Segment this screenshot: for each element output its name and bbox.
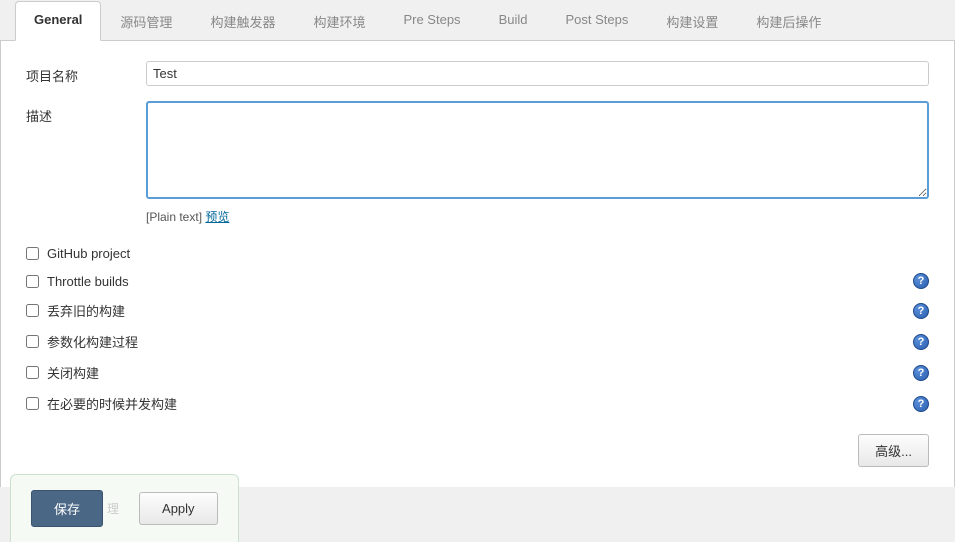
checkbox-label-1[interactable]: Throttle builds	[47, 274, 913, 289]
tab-5[interactable]: Build	[480, 1, 547, 41]
footer-bar: 保存 理 Apply	[10, 474, 239, 542]
checkbox-row-0: GitHub project	[26, 240, 929, 267]
checkbox-label-2[interactable]: 丢弃旧的构建	[47, 301, 913, 320]
tabs-bar: General源码管理构建触发器构建环境Pre StepsBuildPost S…	[0, 0, 955, 41]
tab-3[interactable]: 构建环境	[294, 1, 384, 41]
tab-2[interactable]: 构建触发器	[191, 1, 294, 41]
row-project-name: 项目名称	[26, 61, 929, 86]
checkbox-3[interactable]	[26, 335, 39, 348]
label-description: 描述	[26, 101, 146, 125]
checkbox-2[interactable]	[26, 304, 39, 317]
label-project-name: 项目名称	[26, 61, 146, 85]
checkbox-row-5: 在必要的时候并发构建?	[26, 388, 929, 419]
checkbox-label-4[interactable]: 关闭构建	[47, 363, 913, 382]
checkbox-1[interactable]	[26, 275, 39, 288]
tab-8[interactable]: 构建后操作	[737, 1, 840, 41]
help-icon[interactable]: ?	[913, 334, 929, 350]
apply-button[interactable]: Apply	[139, 492, 218, 525]
checkbox-5[interactable]	[26, 397, 39, 410]
checkbox-row-3: 参数化构建过程?	[26, 326, 929, 357]
ghost-text: 理	[107, 500, 119, 517]
description-hint: [Plain text] 预览	[146, 208, 929, 225]
checkbox-row-1: Throttle builds?	[26, 267, 929, 295]
help-icon[interactable]: ?	[913, 365, 929, 381]
checkbox-0[interactable]	[26, 247, 39, 260]
help-icon[interactable]: ?	[913, 273, 929, 289]
checkbox-row-4: 关闭构建?	[26, 357, 929, 388]
help-icon[interactable]: ?	[913, 303, 929, 319]
advanced-row: 高级...	[26, 434, 929, 467]
checkbox-list: GitHub projectThrottle builds?丢弃旧的构建?参数化…	[26, 240, 929, 419]
tab-1[interactable]: 源码管理	[101, 1, 191, 41]
content-panel: 项目名称 描述 [Plain text] 预览 GitHub project Th…	[0, 41, 955, 487]
description-textarea[interactable]	[146, 101, 929, 199]
save-button[interactable]: 保存	[31, 490, 103, 527]
checkbox-4[interactable]	[26, 366, 39, 379]
hint-plain-text: [Plain text]	[146, 210, 202, 224]
row-description: 描述 [Plain text] 预览	[26, 101, 929, 225]
tab-0[interactable]: General	[15, 1, 101, 41]
tab-7[interactable]: 构建设置	[647, 1, 737, 41]
checkbox-row-2: 丢弃旧的构建?	[26, 295, 929, 326]
checkbox-label-5[interactable]: 在必要的时候并发构建	[47, 394, 913, 413]
tab-6[interactable]: Post Steps	[546, 1, 647, 41]
help-icon[interactable]: ?	[913, 396, 929, 412]
project-name-input[interactable]	[146, 61, 929, 86]
advanced-button[interactable]: 高级...	[858, 434, 929, 467]
tab-4[interactable]: Pre Steps	[384, 1, 479, 41]
preview-link[interactable]: 预览	[205, 210, 229, 224]
checkbox-label-3[interactable]: 参数化构建过程	[47, 332, 913, 351]
checkbox-label-0[interactable]: GitHub project	[47, 246, 929, 261]
